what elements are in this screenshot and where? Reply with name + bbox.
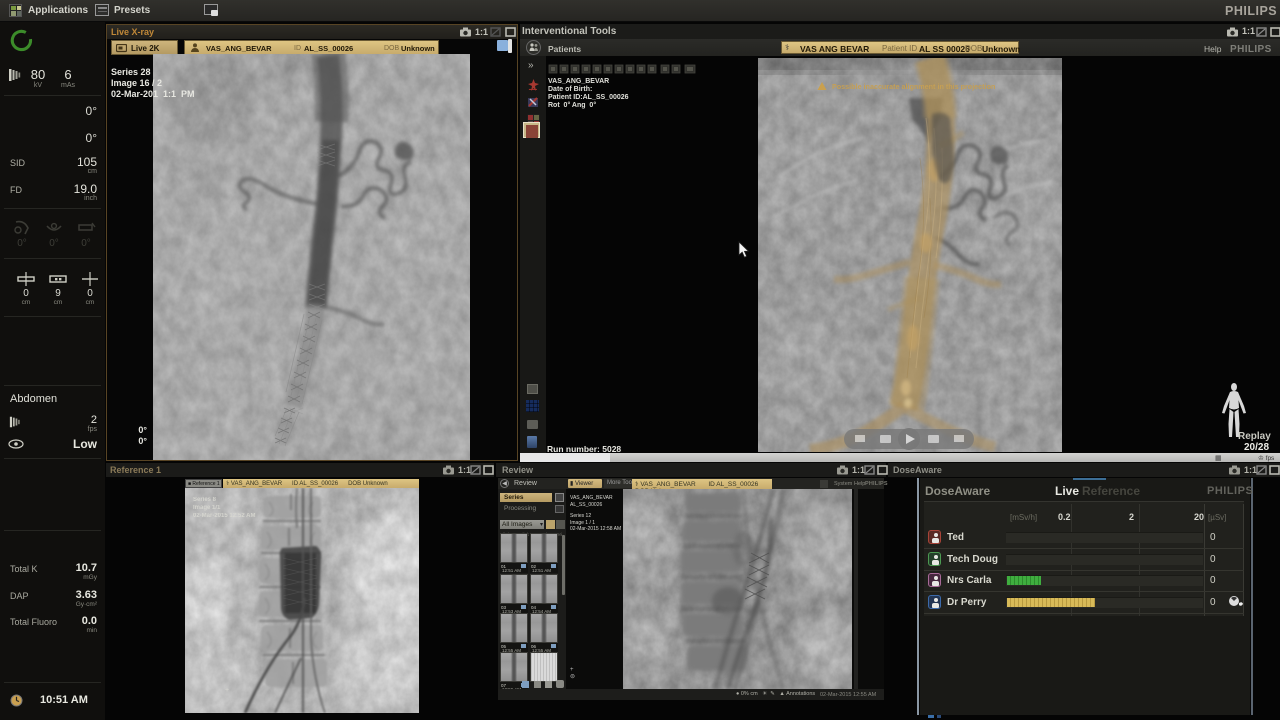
svg-text:Image 1/1: Image 1/1 [193, 505, 221, 511]
svg-text:+: + [225, 687, 229, 694]
svg-text:02-Mar-2015 12:52 AM: 02-Mar-2015 12:52 AM [193, 513, 255, 519]
svg-text:Possible inaccurate alignment: Possible inaccurate alignment in this pr… [832, 82, 995, 91]
svg-text:Series 8: Series 8 [193, 497, 217, 503]
